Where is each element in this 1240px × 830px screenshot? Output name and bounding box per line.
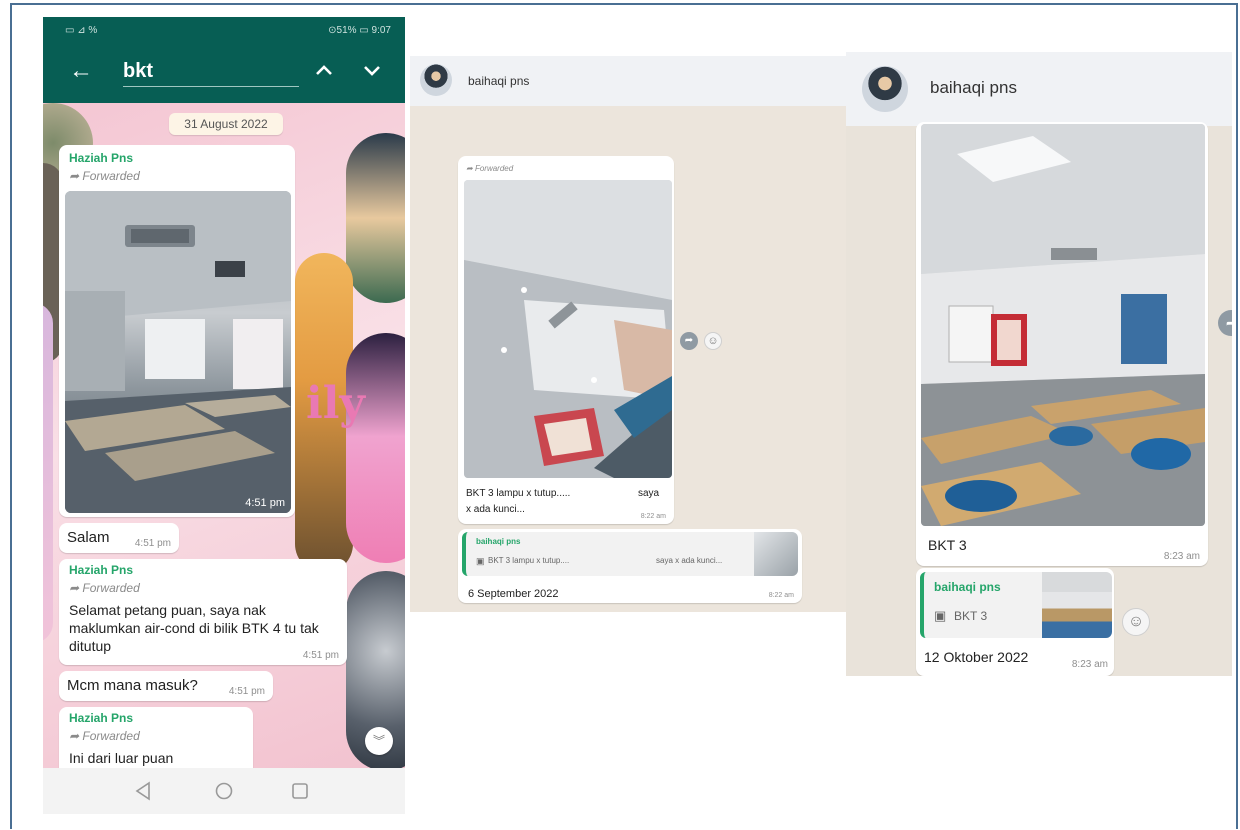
caption-text-right: saya	[638, 488, 660, 499]
contact-name[interactable]: baihaqi pns	[930, 78, 1017, 98]
camera-icon: ▣	[476, 556, 485, 566]
caption-text: BKT 3 lampu x tutup.....	[466, 488, 571, 499]
forward-icon: ➦	[69, 729, 80, 743]
classroom-illustration	[65, 191, 291, 513]
forwarded-label: ➦ Forwarded	[466, 164, 514, 173]
quoted-text: BKT 3 lampu x tutup....	[488, 556, 570, 565]
forward-icon: ➦	[69, 581, 80, 595]
message-reply[interactable]: baihaqi pns ▣ BKT 3 lampu x tutup.... sa…	[458, 529, 802, 603]
message-forwarded-photo[interactable]: Haziah Pns ➦ Forwarded 4:51 pm	[59, 145, 295, 517]
classroom-illustration	[921, 124, 1205, 526]
message-text: Salam	[67, 529, 110, 546]
date-chip: 31 August 2022	[169, 113, 283, 135]
nav-home-icon[interactable]	[213, 780, 235, 802]
tilted-classroom-photo[interactable]	[464, 180, 672, 478]
search-toolbar: ←	[43, 43, 405, 103]
forwarded-label: ➦ Forwarded	[69, 729, 140, 743]
message-text: Selamat petang puan, saya nak maklumkan …	[69, 602, 319, 654]
chat-header: baihaqi pns	[846, 52, 1232, 126]
message-reply[interactable]: baihaqi pns ▣ BKT 3 12 Oktober 2022 8:23…	[916, 568, 1114, 676]
message-text: 6 September 2022	[468, 588, 559, 600]
forward-icon[interactable]: ➦	[680, 332, 698, 350]
message-time: 8:23 am	[1071, 659, 1108, 670]
forwarded-label: ➦ Forwarded	[69, 581, 140, 595]
message-text: 12 Oktober 2022	[924, 649, 1029, 665]
message-time: 8:22 am	[640, 513, 666, 520]
photo-timestamp: 4:51 pm	[245, 497, 285, 509]
android-phone-screen: ▭ ⊿ % ⊙51% ▭ 9:07 ← ily 31 August 2022 H…	[43, 17, 405, 814]
contact-avatar[interactable]	[862, 66, 908, 112]
message-sender: Haziah Pns	[69, 563, 134, 577]
message-mcm-mana[interactable]: Mcm mana masuk? 4:51 pm	[59, 671, 273, 701]
quoted-reply[interactable]: baihaqi pns ▣ BKT 3	[920, 572, 1112, 638]
quoted-reply[interactable]: baihaqi pns ▣ BKT 3 lampu x tutup.... sa…	[462, 532, 798, 576]
message-salam[interactable]: Salam 4:51 pm	[59, 523, 179, 553]
caption-text: BKT 3	[928, 537, 967, 553]
forward-icon: ➦	[466, 164, 473, 173]
message-text: Mcm mana masuk?	[67, 677, 198, 694]
desktop-chat-panel-2: baihaqi pns BKT 3 8:23 am ➦ baihaqi pns …	[846, 52, 1232, 676]
wallpaper-text: ily	[306, 378, 365, 429]
forward-icon: ➦	[69, 169, 80, 183]
message-sender: Haziah Pns	[69, 151, 134, 165]
quoted-thumbnail	[754, 532, 798, 576]
caption-text-line2: x ada kunci...	[466, 504, 525, 515]
chevron-down-icon[interactable]	[361, 57, 383, 83]
classroom-photo[interactable]: 4:51 pm	[65, 191, 291, 513]
message-sender: Haziah Pns	[69, 711, 134, 725]
message-time: 8:23 am	[1163, 551, 1200, 562]
classroom-photo[interactable]	[921, 124, 1205, 526]
android-nav-bar	[43, 768, 405, 814]
tilted-classroom-illustration	[464, 180, 672, 478]
quoted-text-right: saya x ada kunci...	[656, 556, 723, 565]
emoji-react-icon[interactable]: ☺	[704, 332, 722, 350]
quoted-sender: baihaqi pns	[934, 580, 1001, 594]
status-icons-left: ▭ ⊿ %	[65, 25, 98, 36]
back-arrow-icon[interactable]: ←	[69, 59, 93, 83]
chat-wallpaper: ily 31 August 2022 Haziah Pns ➦ Forwarde…	[43, 103, 405, 768]
search-input[interactable]	[123, 57, 299, 87]
status-bar: ▭ ⊿ % ⊙51% ▭ 9:07	[43, 17, 405, 43]
message-dari-luar[interactable]: Haziah Pns ➦ Forwarded Ini dari luar pua…	[59, 707, 253, 768]
message-photo[interactable]: BKT 3 8:23 am	[916, 122, 1208, 566]
chat-header: baihaqi pns	[410, 56, 851, 106]
wallpaper-photo	[346, 133, 405, 303]
camera-icon: ▣	[934, 608, 947, 623]
nav-back-icon[interactable]	[133, 780, 155, 802]
wallpaper-photo	[346, 333, 405, 563]
status-icons-right: ⊙51% ▭ 9:07	[328, 25, 391, 36]
wallpaper-photo	[43, 303, 53, 643]
message-time: 4:51 pm	[228, 686, 265, 697]
message-time: 4:51 pm	[302, 650, 339, 661]
desktop-chat-panel-1: baihaqi pns ➦ Forwarded BKT 3 lampu x tu…	[410, 56, 851, 612]
emoji-react-icon[interactable]: ☺	[1122, 608, 1150, 636]
message-text: Ini dari luar puan	[69, 750, 174, 766]
nav-recents-icon[interactable]	[289, 780, 311, 802]
scroll-down-icon[interactable]: ︾	[365, 727, 393, 755]
forward-icon[interactable]: ➦	[1218, 310, 1232, 336]
quoted-thumbnail	[1042, 572, 1112, 638]
contact-name[interactable]: baihaqi pns	[468, 74, 529, 88]
forwarded-label: ➦ Forwarded	[69, 169, 140, 183]
quoted-sender: baihaqi pns	[476, 537, 521, 546]
quoted-text: BKT 3	[954, 609, 988, 623]
chevron-up-icon[interactable]	[313, 57, 335, 83]
message-time: 4:51 pm	[134, 538, 171, 549]
message-forwarded-photo[interactable]: ➦ Forwarded BKT 3 lampu x tutup..... say…	[458, 156, 674, 524]
message-aircond[interactable]: Haziah Pns ➦ Forwarded Selamat petang pu…	[59, 559, 347, 665]
message-time: 8:22 am	[768, 592, 794, 599]
contact-avatar[interactable]	[420, 64, 452, 96]
